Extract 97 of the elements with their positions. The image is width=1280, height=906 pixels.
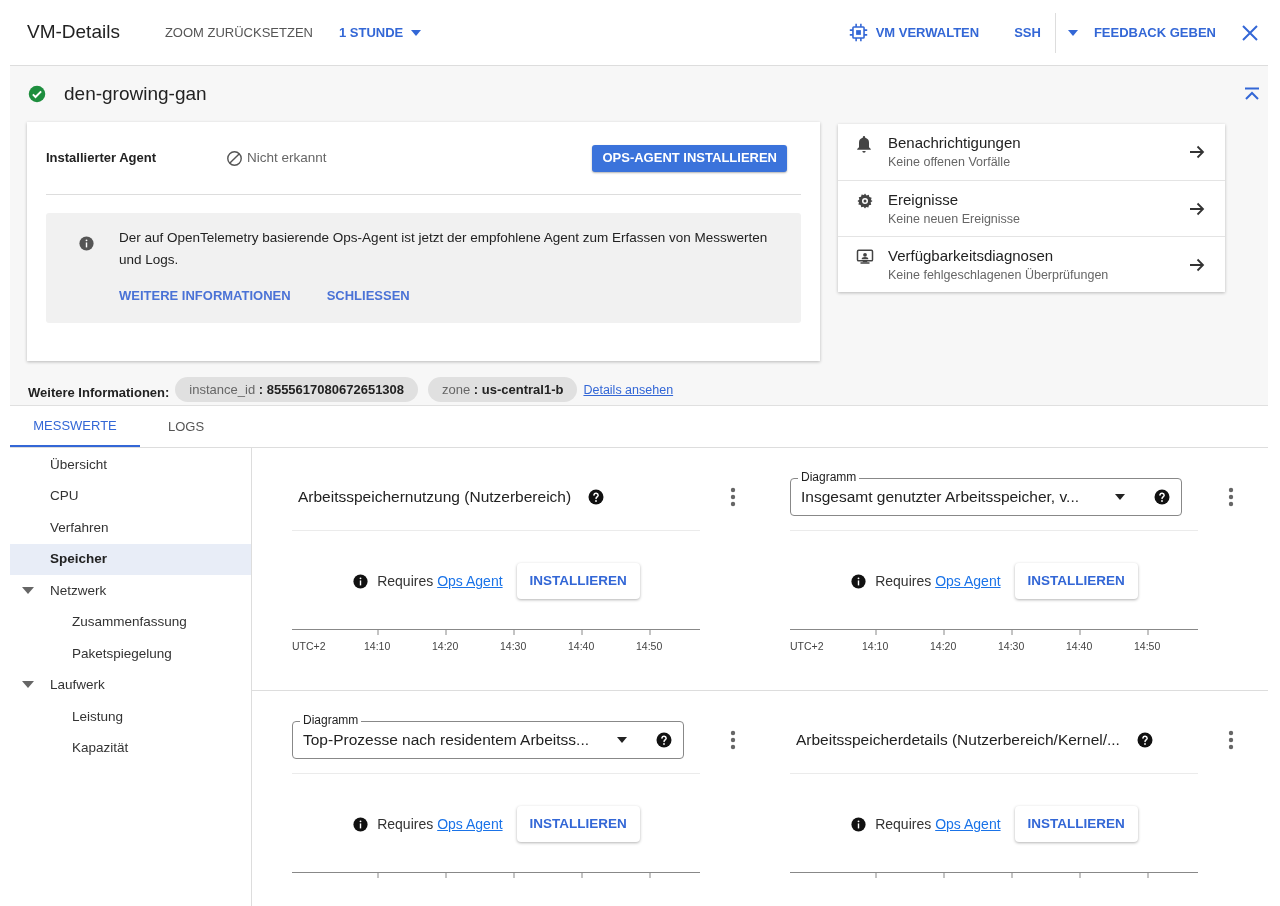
collapse-icon xyxy=(1244,87,1260,101)
chart-title: Arbeitsspeicherdetails (Nutzerbereich/Kernel/... xyxy=(796,730,1120,751)
close-icon xyxy=(1242,24,1258,41)
help-icon[interactable] xyxy=(1153,488,1171,506)
sidebar-item[interactable]: Kapazität xyxy=(10,732,251,764)
ops-agent-link[interactable]: Ops Agent xyxy=(935,813,1001,835)
axis-label: 14:10 xyxy=(862,639,889,654)
install-button[interactable]: INSTALLIEREN xyxy=(1014,806,1138,842)
notice-action-button[interactable]: WEITERE INFORMATIONEN xyxy=(119,286,291,306)
ops-agent-link[interactable]: Ops Agent xyxy=(437,570,503,592)
sidebar-item[interactable]: Laufwerk xyxy=(10,669,251,701)
manage-vm-button[interactable]: VM VERWALTEN xyxy=(848,22,980,43)
axis-label: 14:50 xyxy=(1134,639,1161,654)
caret-icon xyxy=(617,737,627,743)
chart-title: Arbeitsspeichernutzung (Nutzerbereich) xyxy=(298,487,572,508)
details-link[interactable]: Details ansehen xyxy=(583,381,674,400)
sidebar-item[interactable]: Paketspiegelung xyxy=(10,638,251,670)
link-title: Ereignisse xyxy=(888,189,960,210)
sidebar-item[interactable]: Verfahren xyxy=(10,512,251,544)
link-title: Verfügbarkeitsdiagnosen xyxy=(888,245,1055,266)
ops-agent-link[interactable]: Ops Agent xyxy=(437,813,503,835)
sidebar-item[interactable]: Netzwerk xyxy=(10,575,251,607)
more-vert-icon[interactable] xyxy=(1228,487,1234,507)
instance-name: den-growing-gan xyxy=(64,81,207,106)
help-icon[interactable] xyxy=(1135,731,1154,749)
link-subtitle: Keine fehlgeschlagenen Überprüfungen xyxy=(888,266,1110,284)
link-title: Benachrichtigungen xyxy=(888,133,1022,153)
link-subtitle: Keine neuen Ereignisse xyxy=(888,210,1022,228)
info-icon xyxy=(78,235,95,252)
chip-icon xyxy=(848,23,868,42)
ops-agent-link[interactable]: Ops Agent xyxy=(935,570,1001,592)
axis-label: 14:30 xyxy=(998,639,1025,654)
axis-label: 14:50 xyxy=(636,639,663,654)
install-button[interactable]: INSTALLIEREN xyxy=(516,806,640,842)
info-icon xyxy=(850,815,868,833)
info-icon xyxy=(352,815,370,833)
arrow-right-icon xyxy=(1189,257,1205,272)
time-range-dropdown[interactable]: 1 STUNDE xyxy=(338,22,422,43)
select-label: Diagramm xyxy=(798,470,860,484)
zoom-reset-button[interactable]: ZOOM ZURÜCKSETZEN xyxy=(164,22,313,43)
info-icon xyxy=(352,572,370,590)
sidebar-item[interactable]: Übersicht xyxy=(10,449,251,481)
link-subtitle: Keine offenen Vorfälle xyxy=(888,154,1012,171)
requires-text: Requires xyxy=(875,814,932,834)
caret-icon xyxy=(411,29,422,36)
caret-icon xyxy=(1115,494,1125,500)
axis-label: 14:20 xyxy=(930,639,957,654)
more-vert-icon[interactable] xyxy=(1228,730,1234,750)
axis-label: 14:40 xyxy=(1066,639,1093,654)
notice-text: Der auf OpenTelemetry basierende Ops-Agent ist jetzt der empfohlene Agent zum Erfassen von Messwerten und Logs. xyxy=(119,229,769,269)
more-info-label: Weitere Informationen: xyxy=(28,383,170,402)
link-row[interactable]: Benachrichtigungen Keine offenen Vorfälle xyxy=(838,124,1225,180)
help-icon[interactable] xyxy=(587,488,606,506)
requires-text: Requires xyxy=(377,571,434,591)
tab[interactable]: MESSWERTE xyxy=(10,406,140,447)
axis-label: UTC+2 xyxy=(292,639,326,654)
axis-label: UTC+2 xyxy=(790,639,824,654)
axis-label: 14:30 xyxy=(500,639,527,654)
arrow-right-icon xyxy=(1189,201,1205,216)
page-title: VM-Details xyxy=(27,20,120,45)
sidebar-item[interactable]: Zusammenfassung xyxy=(10,606,251,638)
install-button[interactable]: INSTALLIEREN xyxy=(516,563,640,599)
tab[interactable]: LOGS xyxy=(140,406,232,447)
blocked-icon xyxy=(226,149,243,167)
collapse-button[interactable] xyxy=(1244,87,1260,101)
info-chip: instance_id : 8555617080672651308 xyxy=(175,376,419,402)
axis-label: 14:20 xyxy=(432,639,459,654)
gear-icon xyxy=(856,191,874,210)
axis-label: 14:40 xyxy=(568,639,595,654)
info-icon xyxy=(850,572,868,590)
expand-caret-icon[interactable] xyxy=(22,681,34,690)
agent-status: Nicht erkannt xyxy=(247,148,327,167)
monitor-icon xyxy=(856,247,874,266)
sidebar-item[interactable]: Leistung xyxy=(10,701,251,733)
arrow-right-icon xyxy=(1189,145,1205,159)
install-button[interactable]: INSTALLIEREN xyxy=(1014,563,1138,599)
feedback-button[interactable]: FEEDBACK GEBEN xyxy=(1093,22,1216,43)
requires-text: Requires xyxy=(875,571,932,591)
install-agent-button[interactable]: OPS-AGENT INSTALLIEREN xyxy=(592,144,787,172)
axis-label: 14:10 xyxy=(364,639,391,654)
expand-caret-icon[interactable] xyxy=(22,586,34,595)
notice-action-button[interactable]: SCHLIESSEN xyxy=(326,286,410,306)
close-button[interactable] xyxy=(1242,24,1258,41)
sidebar-item[interactable]: CPU xyxy=(10,480,251,512)
select-label: Diagramm xyxy=(300,713,362,727)
info-chip: zone : us-central1-b xyxy=(428,376,578,402)
caret-icon xyxy=(1067,29,1078,36)
more-vert-icon[interactable] xyxy=(730,487,736,507)
link-row[interactable]: Verfügbarkeitsdiagnosen Keine fehlgeschlagenen Überprüfungen xyxy=(838,236,1225,292)
help-icon[interactable] xyxy=(655,731,673,749)
more-vert-icon[interactable] xyxy=(730,730,736,750)
sidebar-item[interactable]: Speicher xyxy=(10,543,251,575)
ssh-button[interactable]: SSH xyxy=(1014,22,1041,43)
link-row[interactable]: Ereignisse Keine neuen Ereignisse xyxy=(838,180,1225,236)
bell-icon xyxy=(856,135,872,153)
agent-label: Installierter Agent xyxy=(46,149,158,168)
requires-text: Requires xyxy=(377,814,434,834)
